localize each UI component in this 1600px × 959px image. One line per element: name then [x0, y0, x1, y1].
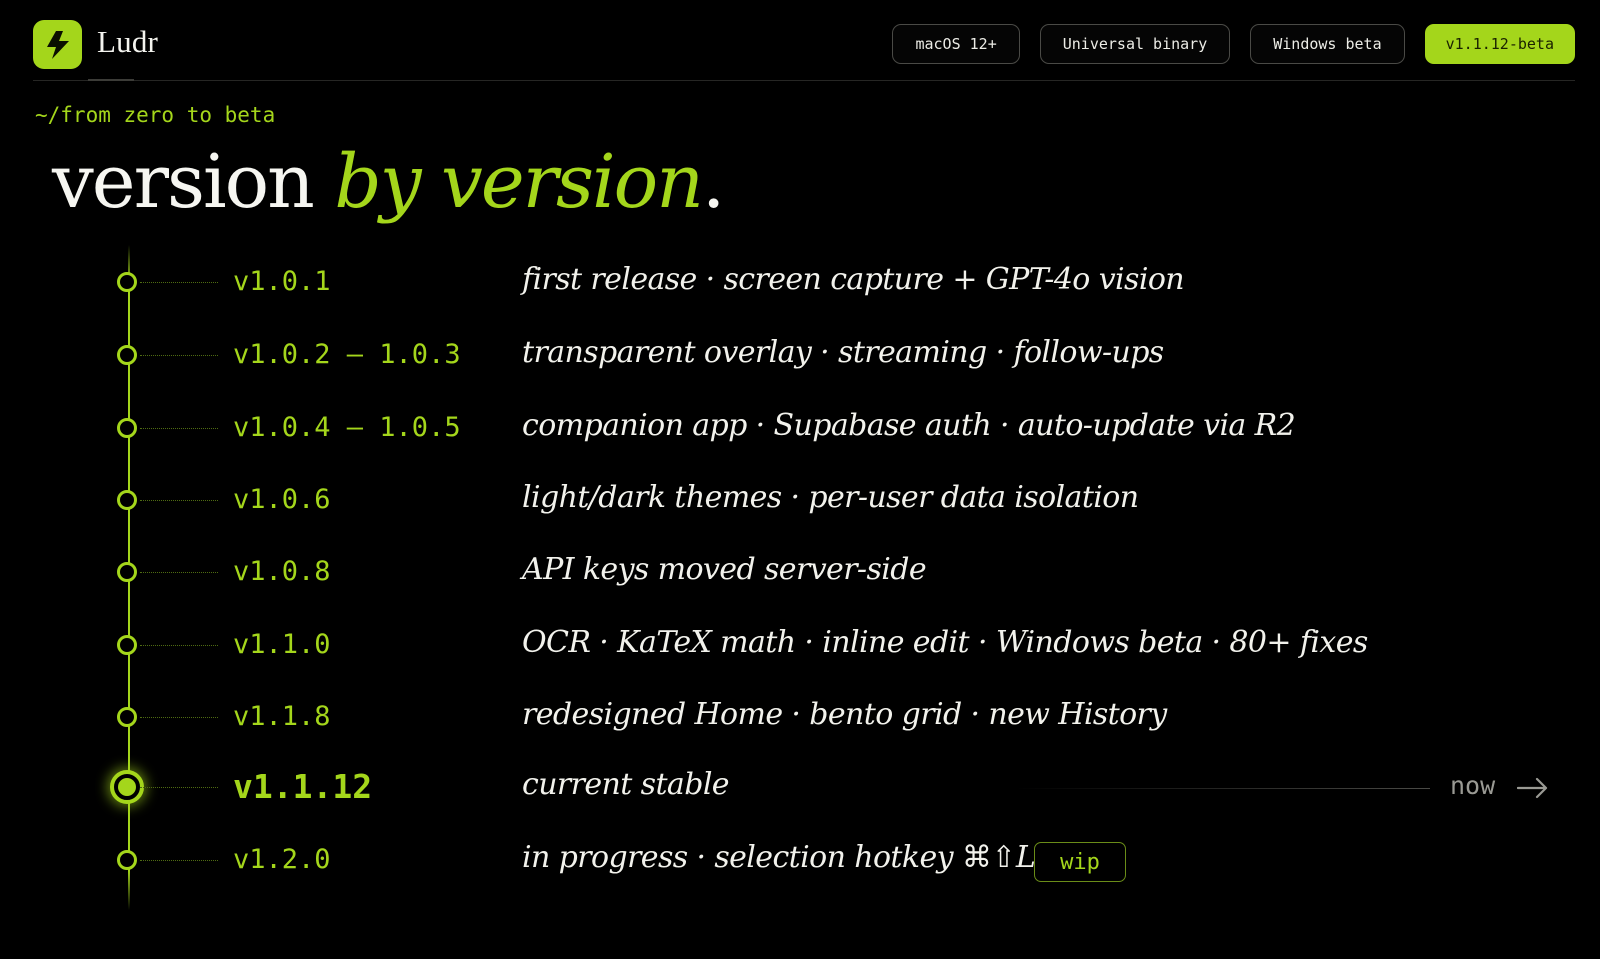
logo[interactable]: [33, 20, 82, 69]
timeline-node-icon: [117, 345, 137, 365]
timeline-row: v1.1.8 redesigned Home · bento grid · ne…: [0, 697, 1600, 739]
title-plain: version: [52, 139, 335, 225]
timeline-connector: [140, 717, 218, 718]
timeline-row: v1.0.4 – 1.0.5 companion app · Supabase …: [0, 408, 1600, 450]
timeline-row: v1.0.1 first release · screen capture + …: [0, 262, 1600, 304]
timeline-connector: [140, 572, 218, 573]
version-label: v1.0.4 – 1.0.5: [233, 412, 461, 443]
now-guide-line: [1015, 788, 1430, 789]
timeline-row: v1.0.6 light/dark themes · per-user data…: [0, 480, 1600, 522]
platform-chips: macOS 12+ Universal binary Windows beta …: [892, 24, 1575, 64]
timeline-connector: [140, 428, 218, 429]
version-description: first release · screen capture + GPT-4o …: [522, 262, 1185, 297]
header-divider-mark: [88, 79, 134, 81]
page: Ludr macOS 12+ Universal binary Windows …: [0, 0, 1600, 959]
timeline-connector: [140, 282, 218, 283]
timeline-row: v1.2.0 in progress · selection hotkey ⌘⇧…: [0, 840, 1600, 882]
version-label: v1.0.6: [233, 484, 331, 515]
timeline-node-icon: [117, 850, 137, 870]
version-label: v1.0.2 – 1.0.3: [233, 339, 461, 370]
eyebrow-path: ~/from zero to beta: [35, 103, 276, 127]
arrow-right-icon: [1517, 777, 1548, 799]
lightning-bolt-icon: [46, 30, 69, 59]
title-period: .: [701, 139, 725, 225]
version-description: OCR · KaTeX math · inline edit · Windows…: [522, 625, 1368, 660]
version-description: companion app · Supabase auth · auto-upd…: [522, 408, 1296, 443]
version-description: API keys moved server-side: [522, 552, 927, 587]
timeline-node-icon: [117, 272, 137, 292]
timeline-node-icon: [117, 490, 137, 510]
title-highlight: by version: [334, 139, 704, 225]
timeline-connector: [140, 500, 218, 501]
version-description: light/dark themes · per-user data isolat…: [522, 480, 1139, 515]
version-description: transparent overlay · streaming · follow…: [522, 335, 1164, 370]
timeline-row-current: v1.1.12 current stable now: [0, 767, 1600, 809]
now-label: now: [1450, 771, 1496, 800]
version-label: v1.1.8: [233, 701, 331, 732]
timeline-node-current-icon: [110, 770, 144, 804]
brand-name: Ludr: [97, 24, 159, 59]
timeline-connector: [140, 860, 218, 861]
timeline-row: v1.0.8 API keys moved server-side: [0, 552, 1600, 594]
timeline-connector: [140, 355, 218, 356]
timeline-node-icon: [117, 418, 137, 438]
timeline-node-icon: [117, 707, 137, 727]
chip-universal-binary[interactable]: Universal binary: [1039, 24, 1231, 64]
timeline-row: v1.1.0 OCR · KaTeX math · inline edit · …: [0, 625, 1600, 667]
version-description: in progress · selection hotkey ⌘⇧L: [522, 840, 1036, 875]
timeline-connector: [140, 645, 218, 646]
timeline-connector: [140, 787, 218, 788]
version-label: v1.0.8: [233, 556, 331, 587]
version-label: v1.2.0: [233, 844, 331, 875]
version-label-current: v1.1.12: [233, 767, 373, 806]
version-label: v1.1.0: [233, 629, 331, 660]
timeline-row: v1.0.2 – 1.0.3 transparent overlay · str…: [0, 335, 1600, 377]
version-description: redesigned Home · bento grid · new Histo…: [522, 697, 1167, 732]
chip-macos[interactable]: macOS 12+: [892, 24, 1020, 64]
timeline-node-icon: [117, 562, 137, 582]
timeline-node-icon: [117, 635, 137, 655]
chip-current-version[interactable]: v1.1.12-beta: [1424, 24, 1575, 64]
header-divider: [33, 80, 1575, 81]
wip-badge: wip: [1034, 842, 1126, 882]
page-title: version by version.: [52, 132, 725, 232]
chip-windows-beta[interactable]: Windows beta: [1250, 24, 1405, 64]
version-label: v1.0.1: [233, 266, 331, 297]
version-description: current stable: [522, 767, 730, 802]
